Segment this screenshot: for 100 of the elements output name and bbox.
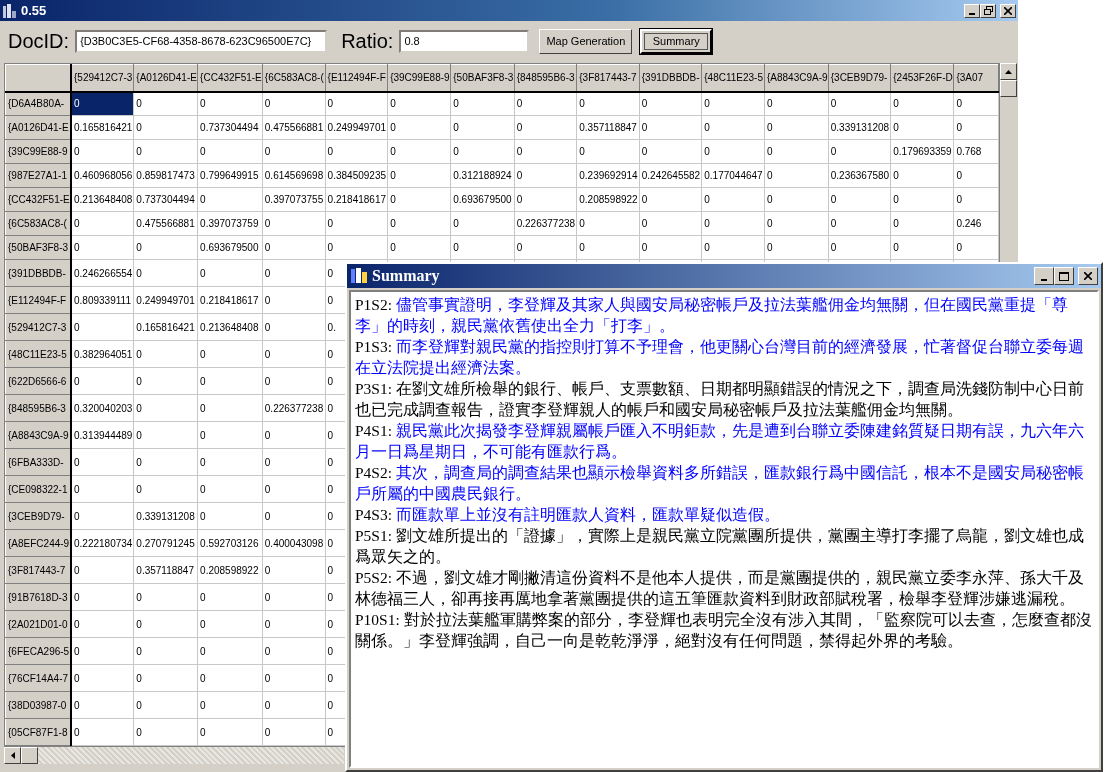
docid-field[interactable]: {D3B0C3E5-CF68-4358-8678-623C96500E7C}	[75, 29, 328, 53]
table-cell: 0	[197, 259, 263, 287]
table-cell: 0.313944489	[71, 421, 134, 449]
table-cell: 0.475566881	[262, 115, 326, 140]
ratio-label: Ratio:	[341, 29, 394, 54]
table-cell: 0	[197, 718, 263, 746]
column-header[interactable]: {A0126D41-E	[133, 64, 198, 92]
minimize-button[interactable]	[1034, 267, 1054, 285]
table-cell: 0	[514, 187, 577, 212]
table-cell: 0	[71, 235, 134, 260]
row-header[interactable]: {91B7618D-3	[5, 583, 72, 611]
column-header[interactable]: {50BAF3F8-3	[450, 64, 515, 92]
table-cell: 0	[71, 475, 134, 503]
row-header[interactable]: {38D03987-0	[5, 691, 72, 719]
column-header[interactable]: {6C583AC8-(	[262, 64, 326, 92]
row-header[interactable]: {A8EFC244-9	[5, 529, 72, 557]
row-header[interactable]: {987E27A1-1	[5, 163, 72, 188]
column-header[interactable]: {529412C7-3	[71, 64, 134, 92]
table-cell: 0	[197, 394, 263, 422]
table-cell: 0	[387, 235, 451, 260]
table-cell: 0	[764, 115, 829, 140]
close-icon	[1084, 272, 1092, 280]
row-header[interactable]: {39C99E88-9	[5, 139, 72, 164]
row-header[interactable]: {05CF87F1-8	[5, 718, 72, 746]
table-cell: 0	[262, 502, 326, 530]
table-cell: 0.165816421	[71, 115, 134, 140]
table-cell: 0	[450, 235, 515, 260]
close-button[interactable]	[1078, 267, 1098, 285]
horizontal-scrollbar[interactable]	[4, 747, 344, 764]
scroll-thumb[interactable]	[1000, 80, 1017, 97]
table-cell: 0.320040203	[71, 394, 134, 422]
table-cell: 0	[764, 235, 829, 260]
close-button[interactable]	[1000, 3, 1016, 18]
ratio-field[interactable]: 0.8	[399, 29, 530, 53]
table-cell: 0.222180734	[71, 529, 134, 557]
toolbar-button[interactable]: Map Generation	[539, 28, 633, 54]
close-icon	[1004, 6, 1012, 15]
table-cell: 0	[197, 691, 263, 719]
table-cell: 0	[514, 139, 577, 164]
column-header[interactable]: {3F817443-7	[576, 64, 640, 92]
row-header[interactable]: {A8843C9A-9	[5, 421, 72, 449]
column-header[interactable]: {848595B6-3	[514, 64, 577, 92]
table-cell: 0	[133, 475, 198, 503]
table-cell: 0	[133, 340, 198, 368]
row-header[interactable]: {CC432F51-E	[5, 187, 72, 212]
row-header[interactable]: {529412C7-3	[5, 313, 72, 341]
maximize-button[interactable]	[1054, 267, 1074, 285]
row-header[interactable]: {391DBBDB-	[5, 259, 72, 287]
table-cell: 0	[197, 610, 263, 638]
table-cell: 0	[197, 583, 263, 611]
table-cell: 0	[133, 367, 198, 395]
row-header[interactable]: {A0126D41-E	[5, 115, 72, 140]
column-header[interactable]: {48C11E23-5	[701, 64, 765, 92]
column-header[interactable]: {E112494F-F	[325, 64, 388, 92]
table-cell: 0	[701, 91, 765, 116]
table-cell: 0.799649915	[197, 163, 263, 188]
table-cell: 0	[450, 115, 515, 140]
row-header[interactable]: {6FBA333D-	[5, 448, 72, 476]
minimize-icon	[1041, 278, 1047, 281]
column-header[interactable]: {A8843C9A-9	[764, 64, 829, 92]
maximize-button[interactable]	[980, 3, 996, 18]
minimize-button[interactable]	[964, 3, 980, 18]
column-header[interactable]: {CC432F51-E	[197, 64, 263, 92]
table-cell: 0.213648408	[197, 313, 263, 341]
table-cell: 0	[262, 583, 326, 611]
column-header[interactable]: {3CEB9D79-	[828, 64, 891, 92]
minimize-icon	[969, 12, 975, 15]
vertical-scrollbar[interactable]	[1000, 63, 1017, 97]
column-header[interactable]: {3A07	[953, 64, 999, 92]
table-cell: 0	[764, 187, 829, 212]
row-header[interactable]: {6C583AC8-(	[5, 211, 72, 236]
row-header[interactable]: {CE098322-1	[5, 475, 72, 503]
table-cell: 0	[387, 163, 451, 188]
row-header[interactable]: {3F817443-7	[5, 556, 72, 584]
table-cell: 0	[133, 115, 198, 140]
table-cell: 0	[262, 718, 326, 746]
table-cell: 0.809339111	[71, 286, 134, 314]
table-cell: 0	[262, 421, 326, 449]
column-header[interactable]: {2453F26F-D	[890, 64, 954, 92]
table-cell: 0	[514, 163, 577, 188]
row-header[interactable]: {E112494F-F	[5, 286, 72, 314]
row-header[interactable]: {2A021D01-0	[5, 610, 72, 638]
row-header[interactable]: {3CEB9D79-	[5, 502, 72, 530]
row-header[interactable]: {D6A4B80A-	[5, 91, 72, 116]
scroll-up-button[interactable]	[1000, 63, 1017, 80]
row-header[interactable]: {50BAF3F8-3	[5, 235, 72, 260]
row-header[interactable]: {48C11E23-5	[5, 340, 72, 368]
row-header[interactable]: {848595B6-3	[5, 394, 72, 422]
row-header[interactable]: {76CF14A4-7	[5, 664, 72, 692]
scroll-thumb[interactable]	[21, 747, 38, 764]
row-header[interactable]: {6FECA296-5	[5, 637, 72, 665]
column-header[interactable]: {391DBBDB-	[639, 64, 702, 92]
row-header[interactable]: {622D6566-6	[5, 367, 72, 395]
column-header[interactable]: {39C99E88-9	[387, 64, 451, 92]
scroll-left-button[interactable]	[4, 747, 21, 764]
toolbar-button[interactable]: Summary	[640, 28, 713, 54]
table-cell: 0	[325, 235, 388, 260]
table-cell: 0	[262, 367, 326, 395]
table-cell: 0	[71, 556, 134, 584]
table-cell: 0	[262, 235, 326, 260]
